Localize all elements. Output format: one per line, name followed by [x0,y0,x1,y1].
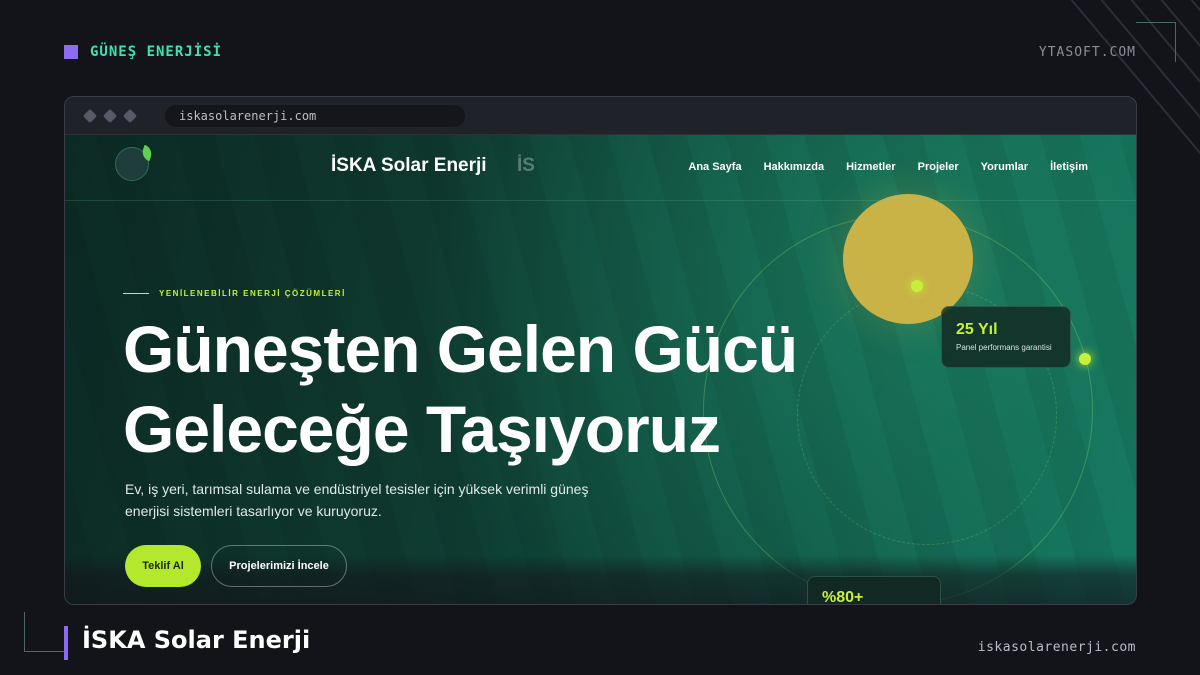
cta-row: Teklif Al Projelerimizi İncele [125,545,347,587]
corner-bracket-bottom-left [24,612,64,652]
quote-button[interactable]: Teklif Al [125,545,201,587]
category-label: GÜNEŞ ENERJİSİ [90,44,223,60]
tag-square-icon [64,45,78,59]
eyebrow-text: YENİLENEBİLİR ENERJİ ÇÖZÜMLERİ [159,289,346,298]
nav-links: Ana Sayfa Hakkımızda Hizmetler Projeler … [688,161,1088,173]
window-dot-icon[interactable] [102,108,118,123]
nav-link-hizmetler[interactable]: Hizmetler [846,161,896,173]
brand-label: YTASOFT.COM [1038,45,1136,60]
hero-heading: Güneşten Gelen Gücü Geleceğe Taşıyoruz [123,309,798,469]
hero-eyebrow: YENİLENEBİLİR ENERJİ ÇÖZÜMLERİ [123,289,346,298]
warranty-value: 25 Yıl [956,321,998,338]
site-title[interactable]: İSKA Solar Enerji [331,155,487,177]
website-hero: İSKA Solar Enerji İS Ana Sayfa Hakkımızd… [65,135,1136,605]
glow-dot [911,280,923,292]
category-tag: GÜNEŞ ENERJİSİ [64,44,222,60]
leaf-logo-icon[interactable] [115,147,149,181]
hero-description: Ev, iş yeri, tarımsal sulama ve endüstri… [125,481,589,519]
browser-window: iskasolarenerji.com İSKA Solar Enerji İS… [64,96,1137,605]
glow-dot [1079,353,1091,365]
efficiency-value: %80+ [822,589,864,605]
nav-link-projeler[interactable]: Projeler [918,161,959,173]
footer-accent-bar [64,626,68,660]
sun-graphic [843,194,973,324]
window-dot-icon[interactable] [82,108,98,123]
footer-title: İSKA Solar Enerji [82,626,311,654]
window-dot-icon[interactable] [122,108,138,123]
warranty-label: Panel performans garantisi [956,343,1052,352]
footer-url: iskasolarenerji.com [977,640,1136,655]
nav-link-hakkimizda[interactable]: Hakkımızda [764,161,825,173]
browser-toolbar: iskasolarenerji.com [65,97,1136,135]
site-title-ghost: İS [517,155,535,176]
nav-link-ana-sayfa[interactable]: Ana Sayfa [688,161,741,173]
efficiency-card: %80+ [807,576,941,605]
nav-link-yorumlar[interactable]: Yorumlar [981,161,1028,173]
site-navbar: İSKA Solar Enerji İS Ana Sayfa Hakkımızd… [65,135,1136,201]
projects-button[interactable]: Projelerimizi İncele [211,545,347,587]
hero-heading-line1: Güneşten Gelen Gücü [123,312,798,386]
warranty-card: 25 Yıl Panel performans garantisi [941,306,1071,368]
hero-heading-line2: Geleceğe Taşıyoruz [123,392,721,466]
eyebrow-line [123,293,149,294]
address-bar[interactable]: iskasolarenerji.com [165,104,465,127]
corner-bracket-top-right [1136,22,1176,62]
nav-link-iletisim[interactable]: İletişim [1050,161,1088,173]
